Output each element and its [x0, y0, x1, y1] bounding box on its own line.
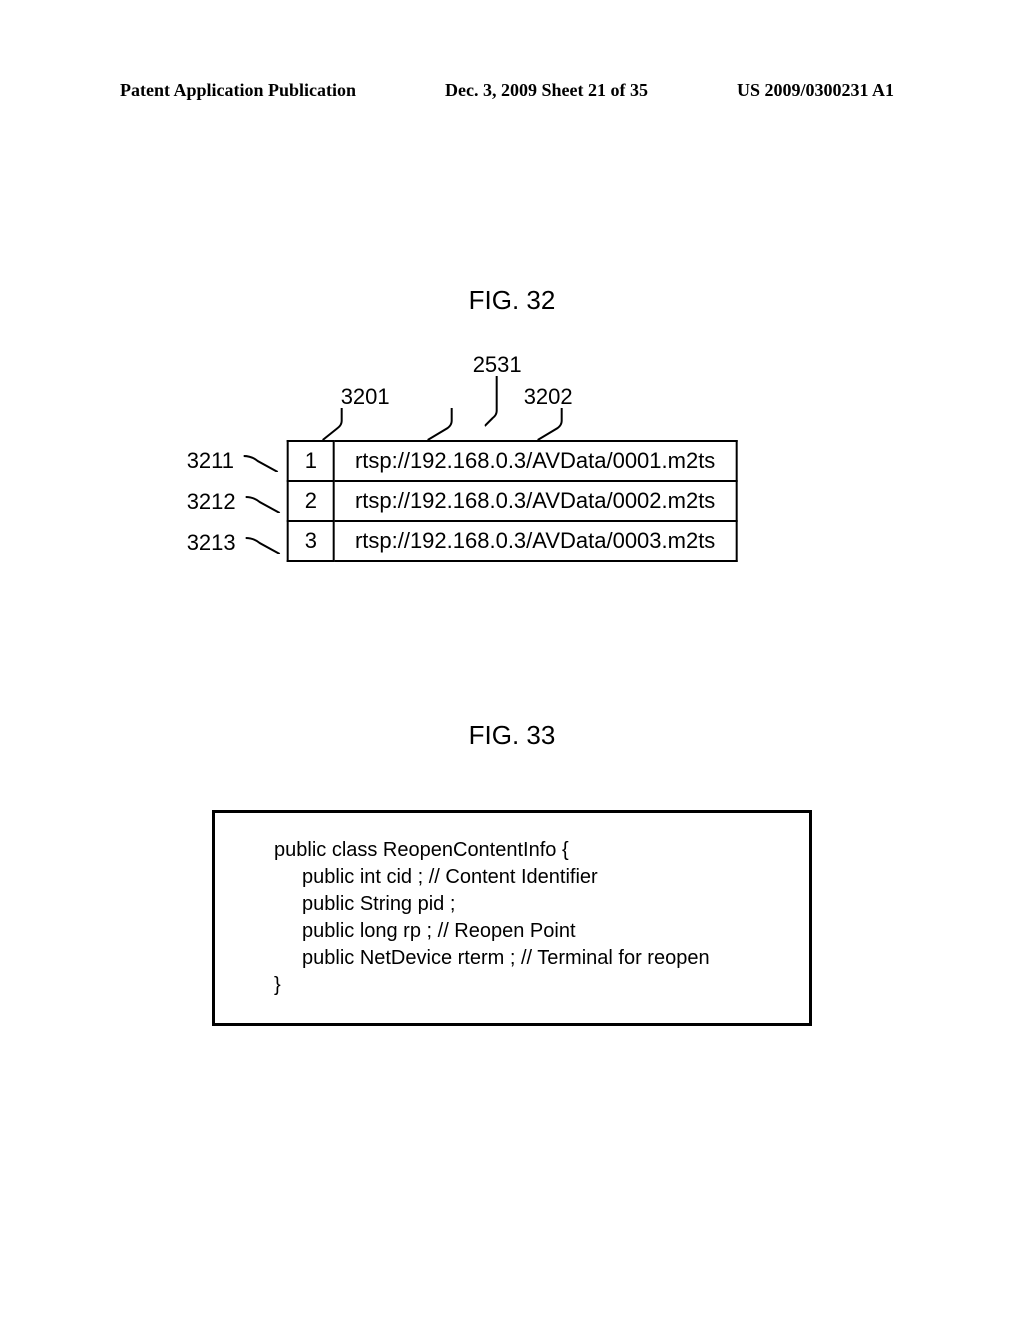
code-line: public class ReopenContentInfo { [274, 837, 795, 864]
code-line: public NetDevice rterm ; // Terminal for… [302, 945, 795, 972]
fig32-table: 1 rtsp://192.168.0.3/AVData/0001.m2ts 2 … [287, 440, 738, 562]
code-line: public int cid ; // Content Identifier [302, 864, 795, 891]
code-line: public String pid ; [302, 891, 795, 918]
leader-line-icon [532, 408, 572, 440]
table-row: 1 rtsp://192.168.0.3/AVData/0001.m2ts [288, 441, 737, 481]
header-center: Dec. 3, 2009 Sheet 21 of 35 [445, 80, 648, 101]
fig32-top-label: 2531 [473, 352, 522, 378]
cell-url: rtsp://192.168.0.3/AVData/0001.m2ts [334, 441, 736, 481]
fig32-row2-label: 3212 [187, 489, 282, 515]
fig32-col2-label: 3202 [524, 384, 573, 410]
page-header: Patent Application Publication Dec. 3, 2… [120, 80, 894, 101]
leader-line-icon [317, 408, 347, 440]
patent-page: Patent Application Publication Dec. 3, 2… [0, 0, 1024, 1320]
code-line: public long rp ; // Reopen Point [302, 918, 795, 945]
cell-num: 1 [288, 441, 334, 481]
leader-line-icon [240, 532, 282, 554]
fig32-container: 2531 3201 3202 3211 [287, 380, 738, 567]
cell-num: 3 [288, 521, 334, 561]
fig32-col1-label: 3201 [341, 384, 390, 410]
cell-num: 2 [288, 481, 334, 521]
header-left: Patent Application Publication [120, 80, 356, 101]
fig32-row3-label: 3213 [187, 530, 282, 556]
code-line: } [274, 972, 795, 999]
leader-line-icon [422, 408, 462, 440]
fig32-title: FIG. 32 [0, 285, 1024, 316]
leader-line-icon [485, 376, 525, 440]
fig33-title: FIG. 33 [0, 720, 1024, 751]
fig33-codebox: public class ReopenContentInfo { public … [212, 810, 812, 1026]
fig32-col-labels: 2531 3201 3202 [287, 380, 738, 440]
leader-line-icon [238, 450, 280, 472]
cell-url: rtsp://192.168.0.3/AVData/0002.m2ts [334, 481, 736, 521]
table-row: 2 rtsp://192.168.0.3/AVData/0002.m2ts [288, 481, 737, 521]
cell-url: rtsp://192.168.0.3/AVData/0003.m2ts [334, 521, 736, 561]
header-right: US 2009/0300231 A1 [737, 80, 894, 101]
fig32-row1-label: 3211 [187, 448, 280, 474]
leader-line-icon [240, 491, 282, 513]
table-row: 3 rtsp://192.168.0.3/AVData/0003.m2ts [288, 521, 737, 561]
